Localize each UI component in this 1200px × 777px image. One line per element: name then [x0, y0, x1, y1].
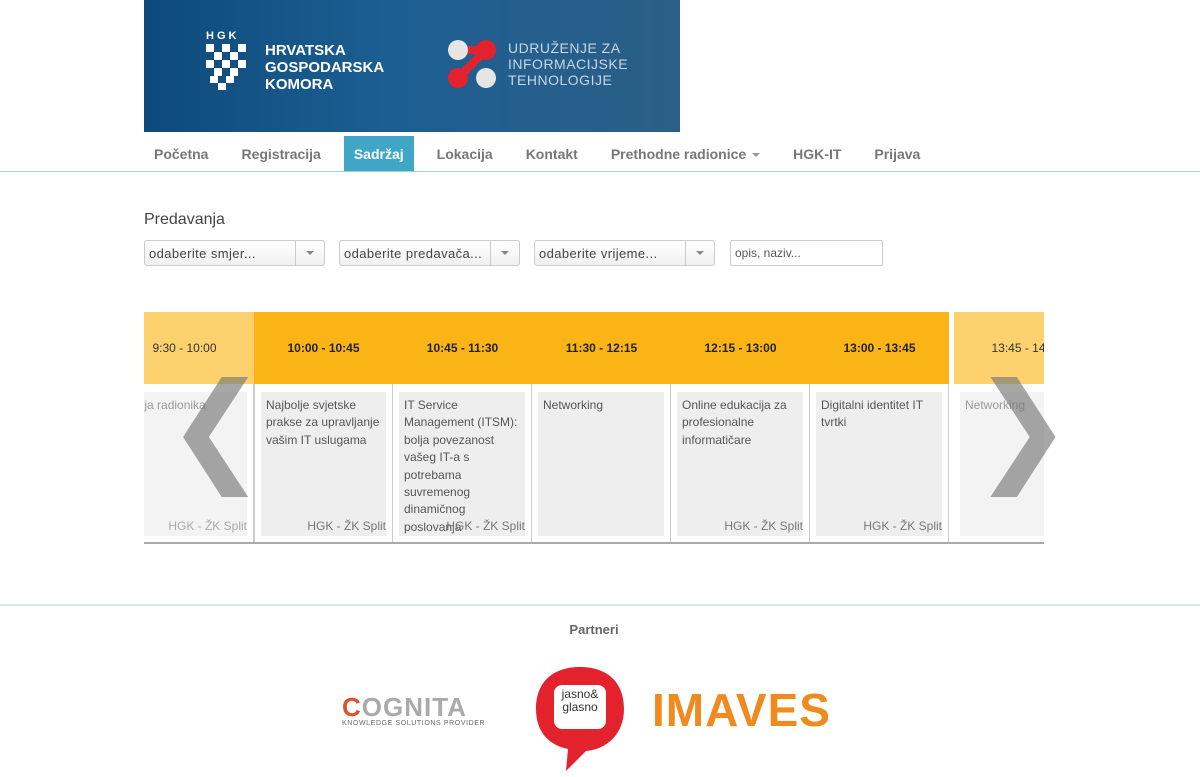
nav-label: Registracija [241, 146, 321, 162]
slot-body: Networking [532, 384, 671, 542]
time-slot[interactable]: 10:45 - 11:30 IT Service Management (ITS… [393, 312, 532, 542]
lecture-location: HGK - ŽK Split [863, 519, 942, 533]
slot-body: Online edukacija za profesionalne inform… [671, 384, 810, 542]
lecture-title: IT Service Management (ITSM): bolja pove… [404, 398, 518, 534]
nav-prijava[interactable]: Prijava [864, 136, 930, 172]
lecture-card[interactable]: Najbolje svjetske prakse za upravljanje … [261, 392, 386, 536]
slot-body: IT Service Management (ITSM): bolja pove… [393, 384, 532, 542]
smjer-select[interactable]: odaberite smjer... [144, 240, 325, 266]
lecture-location: HGK - ŽK Split [446, 519, 525, 533]
lecture-title: Digitalni identitet IT tvrtki [821, 398, 923, 430]
lecture-card[interactable]: IT Service Management (ITSM): bolja pove… [399, 392, 525, 536]
predavac-select-value: odaberite predavača... [344, 246, 483, 261]
time-slot[interactable]: 10:00 - 10:45 Najbolje svjetske prakse z… [254, 312, 393, 542]
uit-dots-logo [448, 40, 496, 88]
lecture-card[interactable]: Digitalni identitet IT tvrtki HGK - ŽK S… [816, 392, 942, 536]
footer-divider [0, 604, 1200, 606]
lecture-title: Najbolje svjetske prakse za upravljanje … [266, 398, 380, 447]
nav-label: Početna [154, 146, 209, 162]
hgk-letters: HGK [206, 30, 240, 42]
nav-divider [0, 171, 1200, 172]
nav-label: Sadržaj [353, 146, 404, 162]
lecture-location: HGK - ŽK Split [724, 519, 803, 533]
lecture-title: Networking [543, 398, 604, 412]
nav-kontakt[interactable]: Kontakt [516, 136, 588, 172]
schedule-timeline: 9:30 - 10:00 Registracija radionika HGK … [144, 312, 1044, 544]
nav-hgk-it[interactable]: HGK-IT [783, 136, 851, 172]
imaves-logo[interactable]: IMAVES [652, 682, 831, 738]
jasno-glasno-speech-bubble-icon[interactable] [534, 665, 626, 773]
lecture-location: HGK - ŽK Split [168, 519, 247, 533]
uit-name-line-2: INFORMACIJSKE [508, 56, 629, 72]
partners-title: Partneri [569, 622, 619, 637]
predavac-select[interactable]: odaberite predavača... [339, 240, 520, 266]
header-banner: HGK HRVATSKA GOSPODARSKA KOMORA UDRUŽENJ… [144, 0, 680, 132]
jasno-line-2: glasno [562, 700, 598, 714]
smjer-select-value: odaberite smjer... [149, 246, 256, 261]
slot-time: 11:30 - 12:15 [532, 312, 671, 384]
nav-pocetna[interactable]: Početna [144, 136, 218, 172]
chevron-down-icon [295, 241, 324, 265]
section-title: Predavanja [144, 211, 225, 228]
lecture-card[interactable]: Online edukacija za profesionalne inform… [677, 392, 803, 536]
lecture-card[interactable]: Networking [538, 392, 664, 536]
chevron-down-icon [685, 241, 714, 265]
cognita-wordmark: COGNITA [342, 694, 485, 720]
nav-label: Kontakt [525, 146, 578, 162]
nav-lokacija[interactable]: Lokacija [427, 136, 503, 172]
nav-label: Prijava [874, 146, 921, 162]
time-slot[interactable]: 11:30 - 12:15 Networking [532, 312, 671, 542]
uit-name-line-1: UDRUŽENJE ZA [508, 40, 621, 56]
prev-arrow-icon[interactable]: ❮ [166, 368, 267, 488]
time-slot[interactable]: 12:15 - 13:00 Online edukacija za profes… [671, 312, 810, 542]
main-nav: Početna Registracija Sadržaj Lokacija Ko… [144, 136, 943, 172]
nav-label: HGK-IT [793, 146, 842, 162]
uit-name: UDRUŽENJE ZA INFORMACIJSKE TEHNOLOGIJE [508, 40, 628, 88]
chevron-down-icon [490, 241, 519, 265]
slot-time: 10:45 - 11:30 [393, 312, 532, 384]
cognita-first-letter: C [342, 692, 362, 722]
slot-time: 10:00 - 10:45 [254, 312, 393, 384]
next-arrow-icon[interactable]: ❯ [972, 368, 1073, 488]
cognita-tagline: KNOWLEDGE SOLUTIONS PROVIDER [342, 720, 486, 727]
timeline-bottom-border [144, 542, 1044, 544]
vrijeme-select[interactable]: odaberite vrijeme... [534, 240, 715, 266]
slot-time: 12:15 - 13:00 [671, 312, 810, 384]
vrijeme-select-value: odaberite vrijeme... [539, 246, 658, 261]
nav-sadrzaj[interactable]: Sadržaj [343, 136, 414, 172]
nav-label: Prethodne radionice [610, 146, 747, 162]
nav-registracija[interactable]: Registracija [231, 136, 330, 172]
cognita-logo[interactable]: COGNITA KNOWLEDGE SOLUTIONS PROVIDER [342, 694, 485, 727]
lecture-title: Online edukacija za profesionalne inform… [682, 398, 787, 447]
caret-down-icon [752, 153, 761, 158]
uit-name-line-3: TEHNOLOGIJE [508, 72, 613, 88]
hgk-name: HRVATSKA GOSPODARSKA KOMORA [265, 42, 384, 93]
cognita-rest: OGNITA [361, 692, 467, 722]
nav-prethodne-radionice-dropdown[interactable]: Prethodne radionice [601, 136, 770, 172]
hgk-name-line-2: GOSPODARSKA [265, 59, 385, 76]
lecture-location: HGK - ŽK Split [307, 519, 386, 533]
slot-body: Digitalni identitet IT tvrtki HGK - ŽK S… [810, 384, 949, 542]
slot-body: Najbolje svjetske prakse za upravljanje … [254, 384, 393, 542]
hgk-name-line-3: KOMORA [265, 76, 334, 93]
jasno-glasno-text: jasno& glasno [554, 688, 606, 714]
slot-time: 13:00 - 13:45 [810, 312, 949, 384]
hgk-name-line-1: HRVATSKA [265, 42, 346, 59]
search-input[interactable] [730, 240, 883, 266]
time-slot[interactable]: 13:00 - 13:45 Digitalni identitet IT tvr… [810, 312, 949, 542]
nav-label: Lokacija [436, 146, 493, 162]
